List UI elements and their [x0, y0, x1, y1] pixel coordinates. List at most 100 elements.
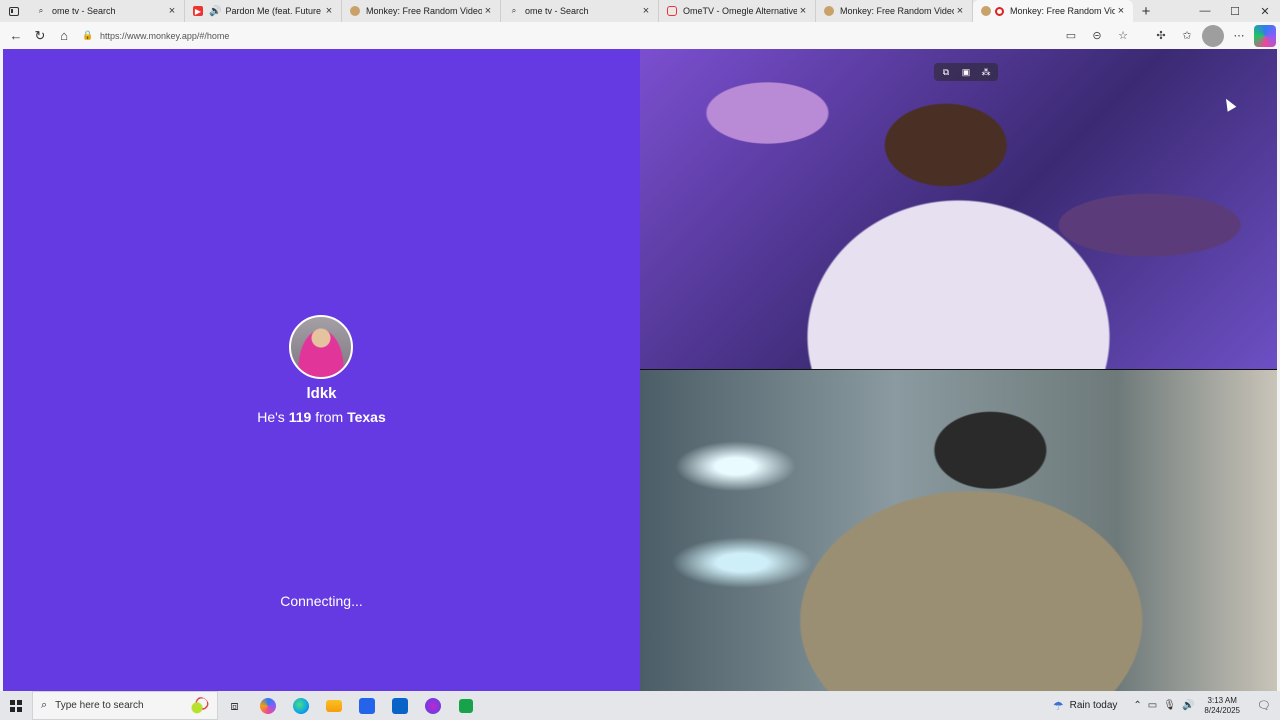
- window-controls: — ☐ ✕: [1190, 0, 1280, 22]
- tab-actions-icon: [9, 6, 19, 16]
- extensions-icon[interactable]: ✣: [1150, 25, 1172, 47]
- green-app-icon[interactable]: [449, 691, 482, 720]
- page-content: ldkk He's 119 from Texas Connecting... ⧉…: [3, 49, 1277, 691]
- tab-ometv[interactable]: OmeTV - Omegle Alternative for ×: [659, 0, 816, 22]
- search-icon: ⌕: [38, 6, 44, 15]
- search-icon: ⌕: [511, 6, 517, 15]
- windows-taskbar: ⌕ Type here to search ⧈ ☂ Rain today ⌃ ▭…: [0, 691, 1280, 720]
- browser-toolbar: ▭ ⊝ ☆ ✣ ✩ ⋯: [1060, 24, 1276, 47]
- settings-menu-icon[interactable]: ⋯: [1228, 25, 1250, 47]
- microphone-icon[interactable]: 🎙: [1163, 700, 1176, 711]
- search-highlight-icon: [189, 696, 209, 715]
- youtube-icon: ▶: [193, 6, 203, 16]
- monkey-icon: [824, 6, 834, 16]
- clock[interactable]: 3:13 AM 8/24/2025: [1204, 696, 1240, 716]
- taskbar-search-placeholder: Type here to search: [55, 700, 144, 711]
- tab-close-icon[interactable]: ×: [797, 5, 809, 17]
- clock-date: 8/24/2025: [1204, 705, 1240, 715]
- tab-title: OmeTV - Omegle Alternative for: [683, 6, 797, 16]
- tab-title: Monkey: Free Random Video Ch: [840, 6, 954, 16]
- speaker-icon[interactable]: 🔊: [209, 6, 221, 17]
- favorite-star-icon[interactable]: ☆: [1112, 25, 1134, 47]
- match-panel: ldkk He's 119 from Texas Connecting...: [3, 49, 640, 691]
- tab-close-icon[interactable]: ×: [1115, 5, 1127, 17]
- url-field[interactable]: 🔒 https://www.monkey.app/#/home: [82, 25, 1056, 47]
- monkey-icon: [981, 6, 991, 16]
- tab-title: ome tv - Search: [52, 6, 116, 16]
- exit-picture-in-picture-icon[interactable]: ⧉: [938, 64, 954, 80]
- video-popout-icon[interactable]: ▣: [958, 64, 974, 80]
- messenger-icon[interactable]: [416, 691, 449, 720]
- match-username: ldkk: [306, 385, 337, 402]
- system-tray: ☂ Rain today ⌃ ▭ 🎙 🔊 3:13 AM 8/24/2025 🗨: [1053, 691, 1280, 720]
- network-icon[interactable]: ▭: [1148, 700, 1157, 711]
- camera-in-use-icon[interactable]: ▭: [1060, 25, 1082, 47]
- tab-close-icon[interactable]: ×: [640, 5, 652, 17]
- weather-widget[interactable]: ☂ Rain today: [1053, 699, 1118, 713]
- tab-title: Monkey: Free Random Vide: [1010, 6, 1115, 16]
- connecting-status: Connecting...: [280, 593, 363, 609]
- match-info: He's 119 from Texas: [3, 409, 640, 425]
- start-button[interactable]: [0, 691, 32, 720]
- tray-icons: ⌃ ▭ 🎙 🔊: [1133, 700, 1194, 711]
- search-icon: ⌕: [41, 699, 48, 711]
- from-word: from: [315, 409, 344, 425]
- tab-actions-button[interactable]: [0, 0, 28, 22]
- monkey-icon: [350, 6, 360, 16]
- tab-monkey-active[interactable]: Monkey: Free Random Vide ×: [973, 0, 1133, 22]
- video-overlay-controls: ⧉ ▣ ⁂: [934, 63, 998, 81]
- back-button[interactable]: ←: [4, 25, 28, 47]
- windows-logo-icon: [10, 699, 22, 712]
- rain-icon: ☂: [1052, 698, 1064, 713]
- translate-captions-icon[interactable]: ⁂: [978, 64, 994, 80]
- close-window-button[interactable]: ✕: [1250, 5, 1280, 18]
- home-button[interactable]: ⌂: [52, 25, 76, 47]
- avatar-icon: [1202, 24, 1224, 47]
- copilot-icon: [1254, 24, 1276, 47]
- favorites-icon[interactable]: ✩: [1176, 25, 1198, 47]
- show-hidden-icons-chevron-icon[interactable]: ⌃: [1133, 700, 1141, 711]
- reader-view-icon[interactable]: ⊝: [1086, 25, 1108, 47]
- tab-close-icon[interactable]: ×: [482, 5, 494, 17]
- task-view-icon[interactable]: ⧈: [218, 691, 251, 720]
- file-explorer-icon[interactable]: [317, 691, 350, 720]
- tab-ome-tv-search-2[interactable]: ⌕ ome tv - Search ×: [501, 0, 659, 22]
- tab-close-icon[interactable]: ×: [954, 5, 966, 17]
- remote-video-feed: ⧉ ▣ ⁂: [640, 49, 1277, 369]
- pronoun-prefix: He's: [257, 409, 285, 425]
- weather-text: Rain today: [1069, 700, 1118, 711]
- clock-time: 3:13 AM: [1207, 695, 1237, 705]
- taskbar-search-box[interactable]: ⌕ Type here to search: [32, 691, 218, 720]
- copilot-button[interactable]: [1254, 24, 1276, 47]
- url-text: https://www.monkey.app/#/home: [100, 30, 230, 41]
- tab-ome-tv-search-1[interactable]: ⌕ ome tv - Search ×: [28, 0, 185, 22]
- match-location: Texas: [347, 409, 386, 425]
- refresh-button[interactable]: ↻: [28, 25, 52, 47]
- tab-close-icon[interactable]: ×: [166, 5, 178, 17]
- copilot-taskbar-icon[interactable]: [251, 691, 284, 720]
- tab-monkey-1[interactable]: Monkey: Free Random Video Ch ×: [342, 0, 501, 22]
- mouse-cursor-icon: [1221, 96, 1237, 112]
- tab-close-icon[interactable]: ×: [323, 5, 335, 17]
- browser-tab-strip: ⌕ ome tv - Search × ▶ 🔊 Pardon Me (feat.…: [0, 0, 1280, 22]
- match-age: 119: [288, 409, 312, 425]
- outlook-icon[interactable]: [383, 691, 416, 720]
- edge-icon[interactable]: [284, 691, 317, 720]
- match-avatar[interactable]: [289, 315, 353, 379]
- tab-title: ome tv - Search: [525, 6, 589, 16]
- maximize-button[interactable]: ☐: [1220, 5, 1250, 18]
- tab-monkey-2[interactable]: Monkey: Free Random Video Ch ×: [816, 0, 973, 22]
- microsoft-store-icon[interactable]: [350, 691, 383, 720]
- tab-title: Monkey: Free Random Video Ch: [366, 6, 482, 16]
- minimize-button[interactable]: —: [1190, 5, 1220, 17]
- new-tab-button[interactable]: +: [1133, 0, 1159, 22]
- self-video-feed: [640, 370, 1277, 691]
- notifications-icon[interactable]: 🗨: [1252, 699, 1276, 712]
- recording-icon: [995, 6, 1004, 16]
- lock-icon[interactable]: 🔒: [82, 30, 94, 42]
- ometv-icon: [667, 6, 677, 16]
- volume-icon[interactable]: 🔊: [1182, 700, 1194, 711]
- tab-pardon-me[interactable]: ▶ 🔊 Pardon Me (feat. Future & M ×: [185, 0, 342, 22]
- tab-title: Pardon Me (feat. Future & M: [225, 6, 323, 16]
- profile-button[interactable]: [1202, 24, 1224, 47]
